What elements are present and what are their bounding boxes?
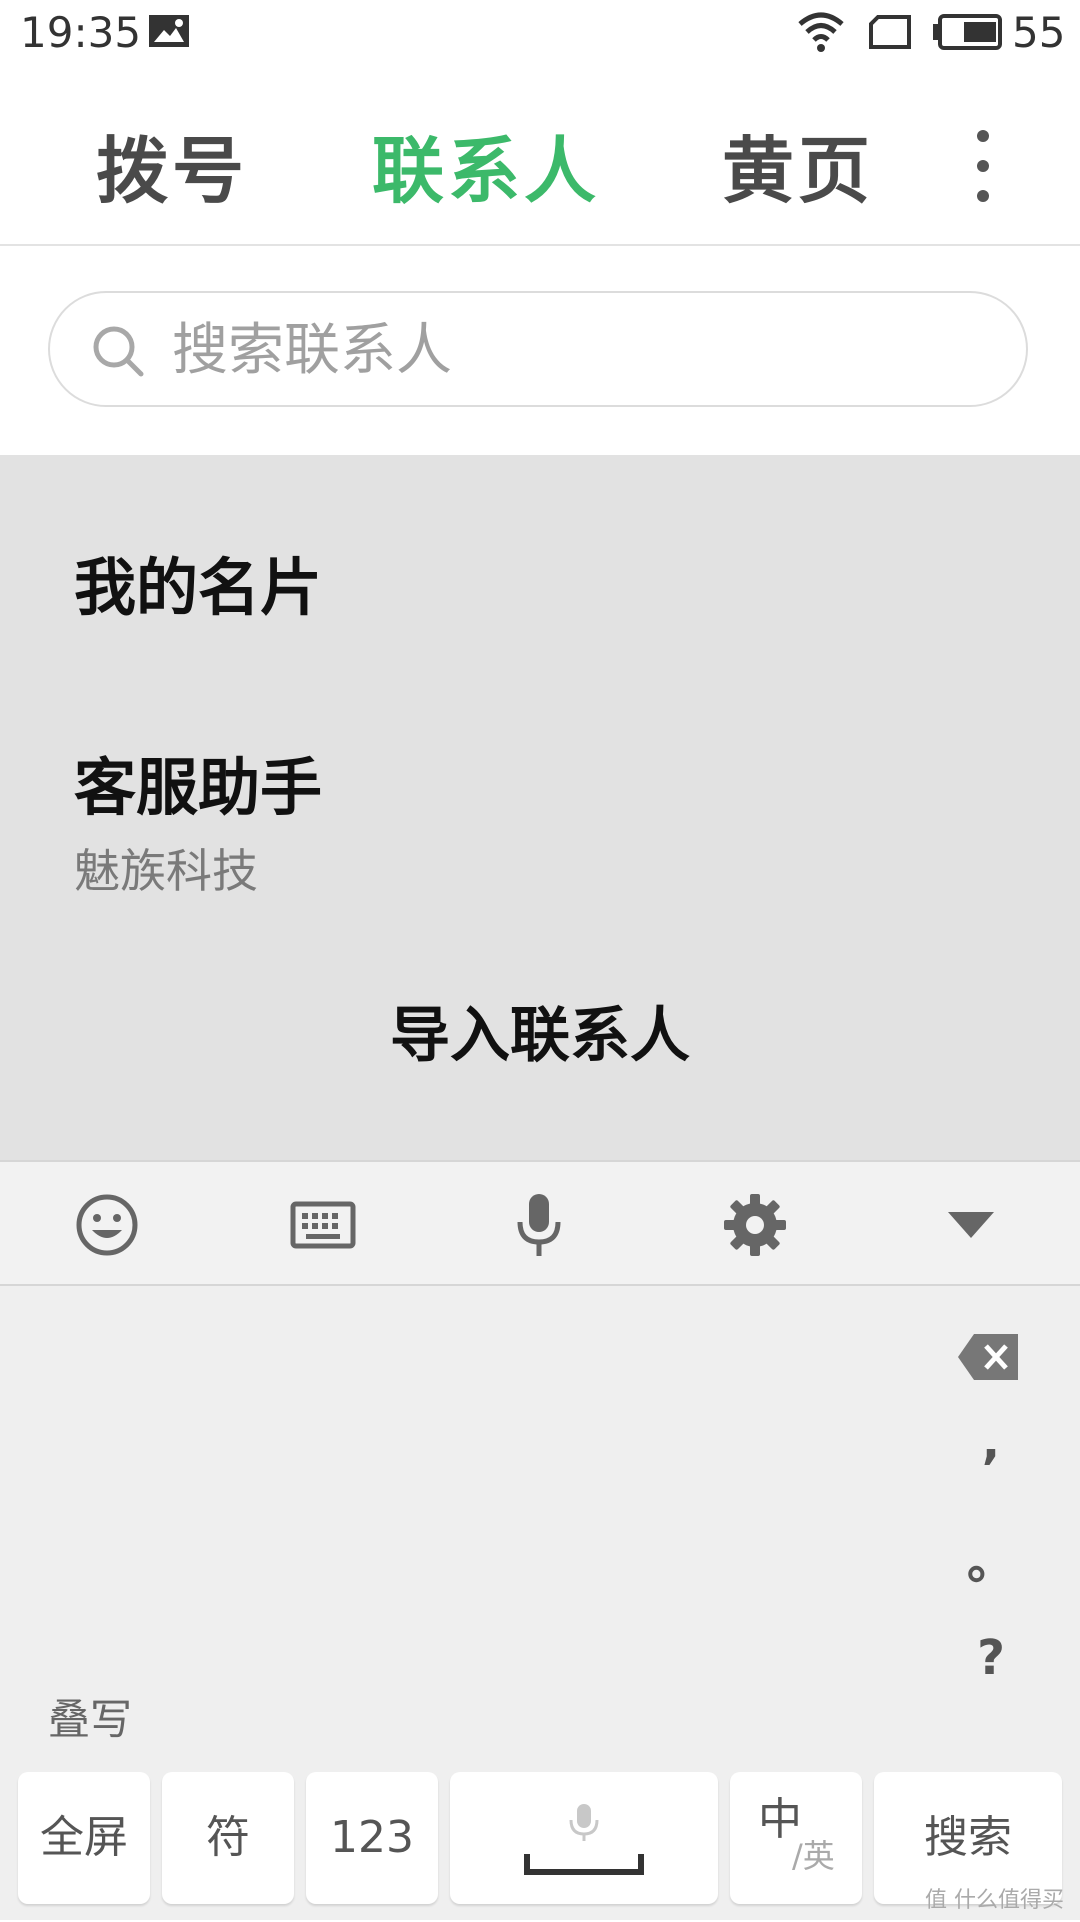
status-bar: 19:35 55 — [0, 0, 1080, 66]
import-contacts-button[interactable]: 导入联系人 — [0, 987, 1080, 1074]
sim-card-icon — [869, 15, 911, 49]
fullscreen-key[interactable]: 全屏 — [18, 1772, 150, 1904]
keyboard: , 。 ? 叠写 全屏 符 123 中 /英 搜索 值 什么值得买 — [0, 1286, 1080, 1920]
space-mic-icon — [569, 1804, 599, 1841]
my-card-item[interactable]: 我的名片 — [74, 537, 322, 627]
tab-divider — [0, 244, 1080, 246]
overlay-writing-label[interactable]: 叠写 — [48, 1686, 132, 1747]
tab-yellow-pages[interactable]: 黄页 — [722, 112, 874, 217]
emoji-icon[interactable] — [74, 1192, 140, 1258]
more-options-icon[interactable] — [968, 126, 998, 206]
battery-icon — [933, 14, 1002, 50]
space-key[interactable] — [450, 1772, 718, 1904]
microphone-icon[interactable] — [506, 1192, 572, 1258]
fullscreen-key-label: 全屏 — [40, 1812, 128, 1863]
wifi-icon — [798, 12, 844, 52]
search-key-label: 搜索 — [924, 1812, 1012, 1863]
backspace-icon[interactable] — [956, 1332, 1020, 1382]
space-bar-icon — [524, 1854, 644, 1875]
keyboard-icon[interactable] — [290, 1192, 356, 1258]
keyboard-toolbar — [0, 1160, 1080, 1286]
language-sub-label: /英 — [792, 1837, 835, 1875]
watermark: 值 什么值得买 — [925, 1888, 1064, 1913]
tab-contacts[interactable]: 联系人 — [372, 112, 600, 217]
symbols-key[interactable]: 符 — [162, 1772, 294, 1904]
question-key[interactable]: ? — [956, 1630, 1026, 1686]
numbers-key[interactable]: 123 — [306, 1772, 438, 1904]
search-icon — [93, 326, 144, 377]
tab-dial[interactable]: 拨号 — [96, 112, 248, 217]
numbers-key-label: 123 — [330, 1812, 414, 1863]
service-assistant-name[interactable]: 客服助手 — [74, 737, 322, 827]
language-toggle-key[interactable]: 中 /英 — [730, 1772, 862, 1904]
period-key[interactable]: 。 — [956, 1522, 1026, 1592]
battery-level: 55 — [1012, 8, 1066, 57]
search-bar[interactable] — [48, 291, 1028, 407]
service-assistant-company: 魅族科技 — [74, 844, 258, 898]
contact-list: 我的名片 客服助手 魅族科技 导入联系人 — [0, 455, 1080, 1160]
comma-key[interactable]: , — [956, 1414, 1026, 1470]
settings-icon[interactable] — [722, 1192, 788, 1258]
search-input[interactable] — [170, 313, 994, 387]
symbols-key-label: 符 — [206, 1812, 250, 1863]
status-time: 19:35 — [20, 8, 142, 57]
image-notification-icon — [149, 15, 189, 47]
collapse-icon[interactable] — [938, 1192, 1004, 1258]
tab-bar: 拨号 联系人 黄页 — [0, 100, 1080, 245]
